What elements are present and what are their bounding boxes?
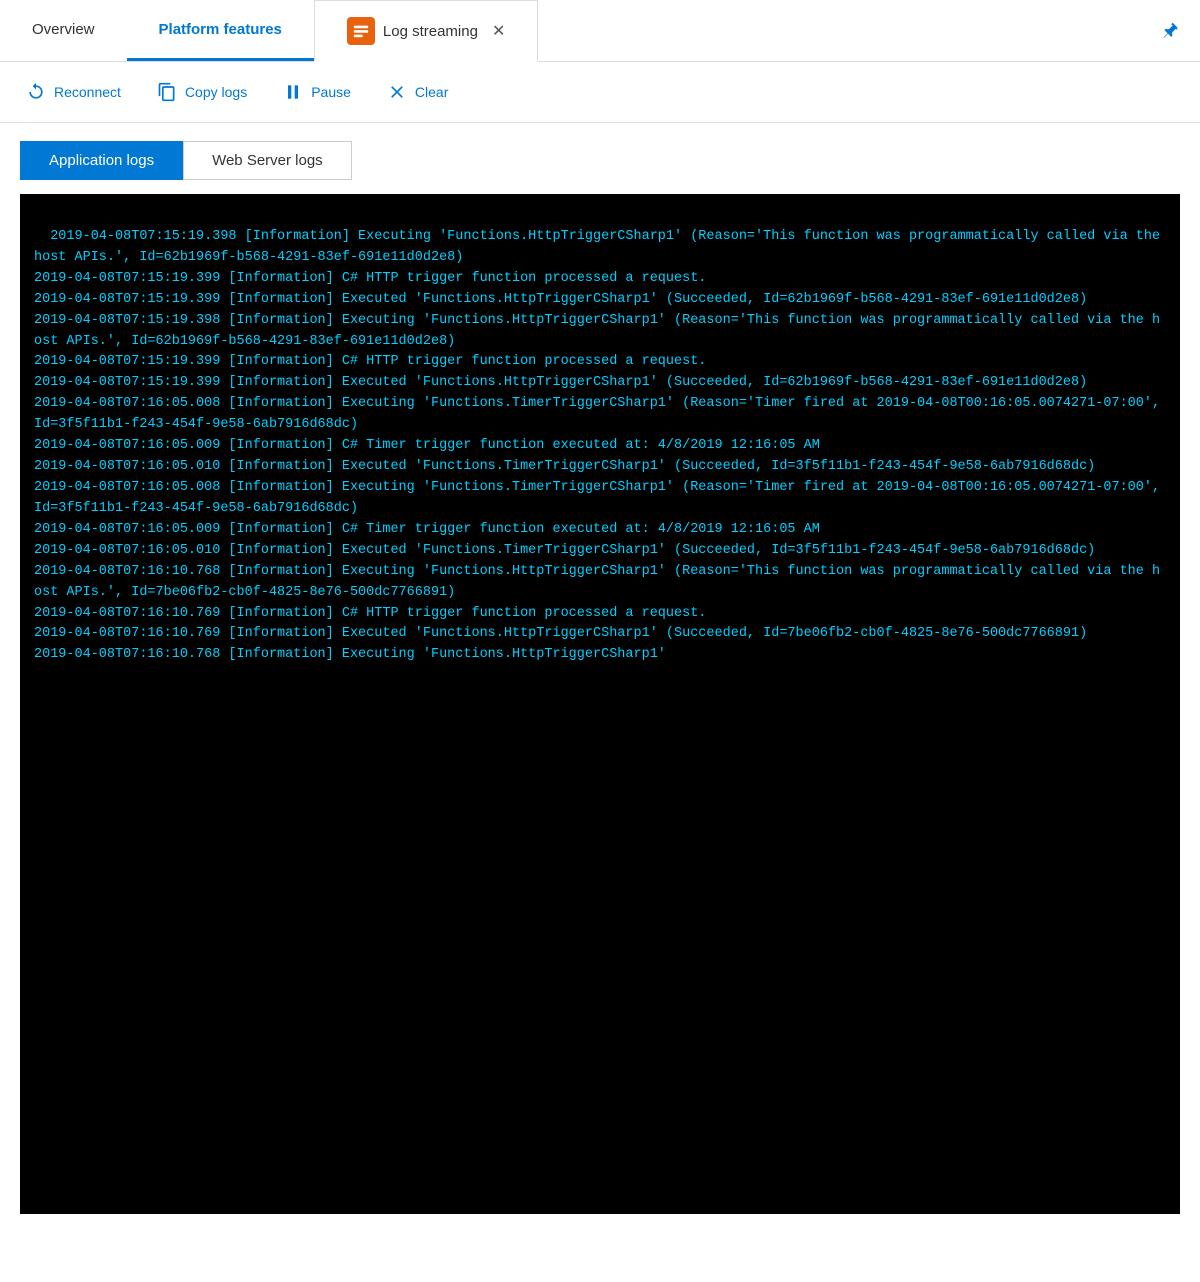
tab-platform-features-label: Platform features: [159, 21, 282, 38]
reconnect-button[interactable]: Reconnect: [24, 78, 123, 106]
tab-log-streaming[interactable]: Log streaming ✕: [314, 0, 538, 62]
pin-icon: [1158, 20, 1180, 42]
pause-label: Pause: [311, 84, 351, 100]
tab-overview-label: Overview: [32, 21, 95, 38]
pause-button[interactable]: Pause: [281, 78, 353, 106]
toolbar: Reconnect Copy logs Pause Clear: [0, 62, 1200, 123]
clear-label: Clear: [415, 84, 448, 100]
pause-icon: [283, 82, 303, 102]
copy-logs-button[interactable]: Copy logs: [155, 78, 249, 106]
pin-button[interactable]: [1148, 0, 1190, 61]
reconnect-icon: [26, 82, 46, 102]
copy-logs-icon: [157, 82, 177, 102]
tab-application-logs[interactable]: Application logs: [20, 141, 183, 180]
log-tabs: Application logs Web Server logs: [0, 123, 1200, 180]
tab-log-streaming-close[interactable]: ✕: [492, 21, 505, 41]
clear-icon: [387, 82, 407, 102]
tab-bar: Overview Platform features Log streaming…: [0, 0, 1200, 62]
application-logs-label: Application logs: [49, 152, 154, 169]
tab-web-server-logs[interactable]: Web Server logs: [183, 141, 352, 180]
clear-button[interactable]: Clear: [385, 78, 450, 106]
tab-platform-features[interactable]: Platform features: [127, 0, 314, 61]
reconnect-label: Reconnect: [54, 84, 121, 100]
log-output[interactable]: 2019-04-08T07:15:19.398 [Information] Ex…: [20, 194, 1180, 1214]
web-server-logs-label: Web Server logs: [212, 152, 323, 169]
tab-log-streaming-label: Log streaming: [383, 23, 478, 40]
tab-overview[interactable]: Overview: [0, 0, 127, 61]
log-streaming-icon: [352, 22, 370, 40]
log-streaming-icon-box: [347, 17, 375, 45]
log-text: 2019-04-08T07:15:19.398 [Information] Ex…: [34, 229, 1168, 662]
copy-logs-label: Copy logs: [185, 84, 247, 100]
